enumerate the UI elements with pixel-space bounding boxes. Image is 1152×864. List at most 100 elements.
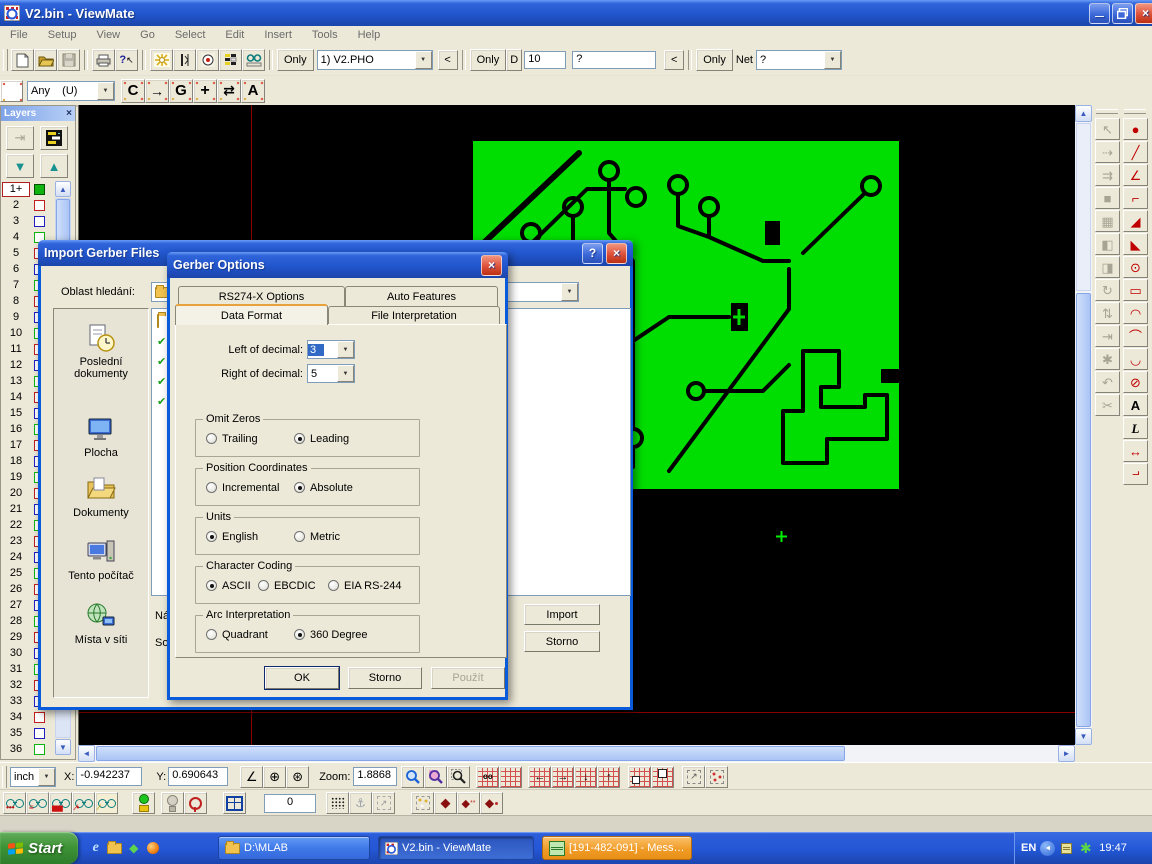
dot-grid-icon[interactable] [326,792,349,814]
tray-notes-icon[interactable] [1059,841,1074,856]
layer-number[interactable]: 6 [2,263,30,275]
chevron-down-icon[interactable]: ▼ [337,341,354,358]
pad-tool-icon[interactable]: ● [1123,118,1148,140]
cut-tool-icon[interactable]: ✂ [1095,394,1120,416]
new-file-button[interactable] [11,49,34,71]
y-coordinate-field[interactable]: 0.690643 [168,767,228,786]
window-titlebar[interactable]: V2.bin - ViewMate — × [0,0,1152,26]
layer-number[interactable]: 29 [2,631,30,643]
close-button[interactable]: × [1135,3,1152,24]
radio-button[interactable] [206,531,217,542]
tray-collapse-icon[interactable]: ◄ [1040,841,1055,856]
only-net-button[interactable]: Only [696,49,733,71]
layer-number[interactable]: 2 [2,199,30,211]
select-window-icon[interactable]: ↗ [682,766,705,788]
layer-number[interactable]: 26 [2,583,30,595]
tab-auto-features[interactable]: Auto Features [345,286,498,306]
taskbar-item-folder[interactable]: D:\MLAB [218,836,370,860]
layer-number[interactable]: 12 [2,359,30,371]
relative-origin-icon[interactable]: ⊛ [286,766,309,788]
stretch-select-icon[interactable]: ↗ [372,792,395,814]
statusbar-grip[interactable] [2,766,7,788]
layer-number[interactable]: 10 [2,327,30,339]
menu-help[interactable]: Help [348,26,391,43]
toolbar-grip[interactable] [3,49,8,71]
radio-incremental[interactable]: Incremental [206,482,279,494]
x-coordinate-field[interactable]: -0.942237 [76,767,142,786]
radio-trailing[interactable]: Trailing [206,433,258,445]
swap-tool-icon[interactable]: ⇅ [1095,302,1120,324]
view-pads-icon[interactable]: ••• [3,792,26,814]
layer-number[interactable]: 1+ [2,182,30,197]
vscroll-track[interactable] [1076,123,1091,291]
redraw-icon[interactable] [150,49,173,71]
net-combobox[interactable]: ? ▼ [756,50,842,70]
layer-number[interactable]: 27 [2,599,30,611]
layer-number[interactable]: 20 [2,487,30,499]
layer-scroll-down-icon[interactable]: ▼ [55,739,71,755]
layer-number[interactable]: 16 [2,423,30,435]
grid-snap-a-icon[interactable] [628,766,651,788]
scroll-right-icon[interactable]: ► [1058,745,1075,762]
layer-row-34[interactable]: 34 [2,709,54,725]
grid-reference-icon[interactable]: oo [476,766,499,788]
radio-button[interactable] [328,580,339,591]
pad-filter-c-icon[interactable]: ◆ [480,792,503,814]
pan-down-icon[interactable]: ↓ [574,766,597,788]
place-network[interactable]: Místa v síti [54,601,148,646]
canvas-vscrollbar[interactable]: ▲ ▼ [1075,105,1092,745]
layer-number[interactable]: 23 [2,535,30,547]
radio-button[interactable] [206,629,217,640]
radio-ebcdic[interactable]: EBCDIC [258,580,316,592]
only-layer-button[interactable]: Only [277,49,314,71]
traffic-light-icon[interactable] [132,792,155,814]
arc-tool-icon[interactable]: ⌒ [1123,325,1148,347]
storno-button[interactable]: Storno [348,667,422,689]
select-circle-button[interactable]: C [121,79,145,103]
select-jump-button[interactable]: → [145,79,169,103]
zoom-selection-icon[interactable] [424,766,447,788]
palette-grip[interactable] [1124,109,1146,114]
quicklaunch-green-icon[interactable]: ◆ [126,841,141,856]
layer-color-swatch[interactable] [34,216,45,227]
place-documents[interactable]: Dokumenty [54,474,148,519]
label-tool-icon[interactable]: L [1123,417,1148,439]
only-dcode-button[interactable]: Only [470,49,507,71]
radio-button[interactable] [294,531,305,542]
save-button[interactable] [57,49,80,71]
layer-row-1+[interactable]: 1+ [2,181,54,197]
layer-number[interactable]: 13 [2,375,30,387]
radio-metric[interactable]: Metric [294,531,340,543]
import-button[interactable]: Import [524,604,600,625]
place-desktop[interactable]: Plocha [54,414,148,459]
select-gcode-button[interactable]: G [169,79,193,103]
layer-number[interactable]: 9 [2,311,30,323]
width-tool-icon[interactable]: ↔ [1123,440,1148,462]
menu-go[interactable]: Go [130,26,165,43]
scroll-down-icon[interactable]: ▼ [1075,728,1092,745]
close-icon[interactable]: × [606,243,627,264]
zoom-value-field[interactable]: 1.8868 [353,767,397,786]
copy-move-tool-icon[interactable]: ⇢ [1095,141,1120,163]
mirror-right-tool-icon[interactable]: ◨ [1095,256,1120,278]
quicklaunch-ie-icon[interactable]: e [88,841,103,856]
tab-data-format[interactable]: Data Format [175,304,328,325]
filled-triangle-tool-icon[interactable]: ◣ [1123,233,1148,255]
select-cross-button[interactable]: + [193,79,217,103]
radio-ascii[interactable]: ASCII [206,580,251,592]
zoom-in-icon[interactable] [401,766,424,788]
line-tool-icon[interactable]: ╱ [1123,141,1148,163]
pad-filter-a-icon[interactable]: ◆ [434,792,457,814]
right-of-decimal-combobox[interactable]: 5 ▼ [307,364,355,383]
radio-eia-rs-244[interactable]: EIA RS-244 [328,580,401,592]
layer-number[interactable]: 18 [2,455,30,467]
file-list-item[interactable]: ✔ [157,355,166,368]
minimize-button[interactable]: — [1089,3,1110,24]
origin-icon[interactable]: ⊕ [263,766,286,788]
layer-row-2[interactable]: 2 [2,197,54,213]
radio-button[interactable] [258,580,269,591]
menu-insert[interactable]: Insert [254,26,302,43]
rectangle-tool-icon[interactable]: ▭ [1123,279,1148,301]
arc-up-tool-icon[interactable]: ◠ [1123,302,1148,324]
radio-leading[interactable]: Leading [294,433,349,445]
